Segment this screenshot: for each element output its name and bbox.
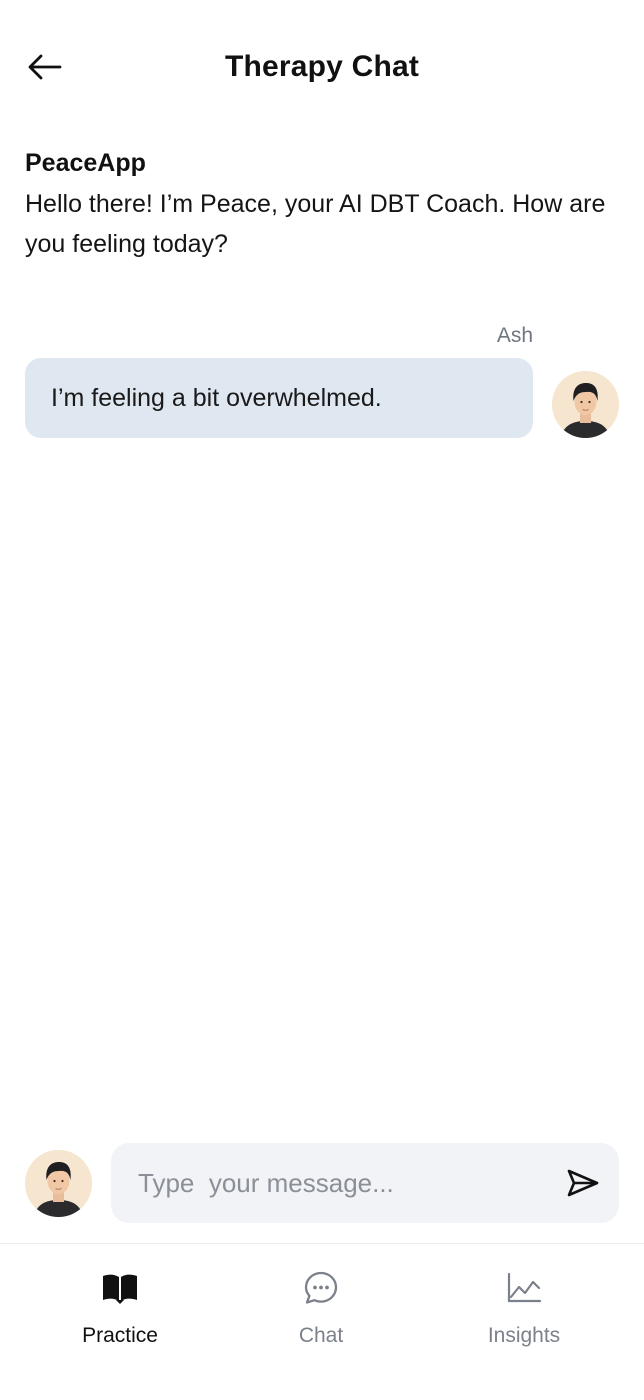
nav-item-insights[interactable]: Insights — [424, 1266, 624, 1376]
nav-item-practice[interactable]: Practice — [20, 1266, 220, 1376]
bot-message: PeaceApp Hello there! I’m Peace, your AI… — [25, 146, 615, 264]
bottom-nav: Practice Chat Insights — [0, 1243, 644, 1400]
user-message-text: I’m feeling a bit overwhelmed. — [51, 383, 382, 412]
line-chart-icon — [507, 1272, 542, 1303]
nav-label-chat: Chat — [298, 1324, 344, 1347]
user-sender-name: Ash — [496, 324, 533, 347]
header: Therapy Chat — [0, 0, 644, 134]
user-message-bubble: I’m feeling a bit overwhelmed. — [25, 358, 533, 438]
app-screen: Therapy Chat PeaceApp Hello there! I’m P… — [0, 0, 644, 1400]
nav-label-insights: Insights — [487, 1324, 561, 1347]
send-icon — [567, 1169, 599, 1197]
page-title: Therapy Chat — [224, 50, 420, 83]
message-composer — [111, 1143, 619, 1223]
send-button[interactable] — [563, 1163, 603, 1203]
nav-item-chat[interactable]: Chat — [221, 1266, 421, 1376]
chat-bubble-icon — [304, 1271, 338, 1304]
bot-sender-name: PeaceApp — [25, 149, 146, 177]
nav-label-practice: Practice — [82, 1324, 158, 1347]
bot-message-text: Hello there! I’m Peace, your AI DBT Coac… — [25, 190, 606, 258]
composer-avatar — [25, 1150, 92, 1217]
user-avatar — [552, 371, 619, 438]
message-input[interactable] — [111, 1143, 551, 1223]
book-icon — [103, 1274, 137, 1304]
